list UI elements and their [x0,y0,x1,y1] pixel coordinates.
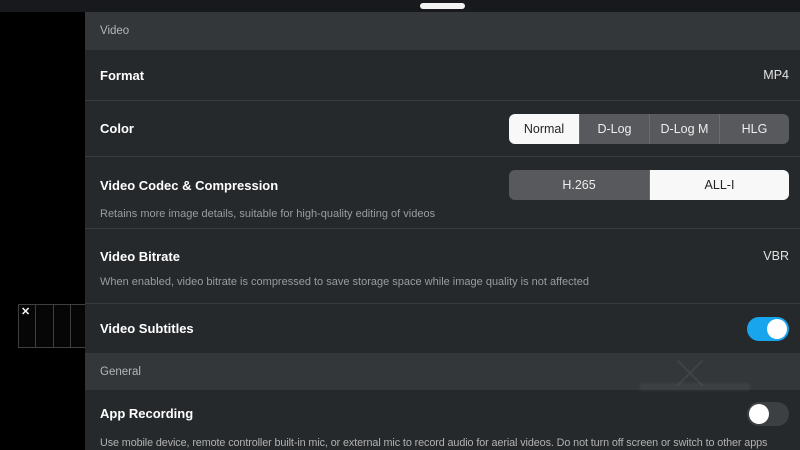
app-recording-description: Use mobile device, remote controller bui… [100,437,768,449]
codec-label: Video Codec & Compression [100,177,279,193]
grid-cell [36,305,54,347]
color-option-normal[interactable]: Normal [509,113,579,144]
color-row: Color Normal D-Log D-Log M HLG [85,101,800,157]
color-option-dlog-m[interactable]: D-Log M [649,113,719,144]
section-header-label: General [100,365,141,378]
codec-option-alli[interactable]: ALL-I [649,170,789,200]
codec-option-h265[interactable]: H.265 [509,170,649,200]
video-subtitles-label: Video Subtitles [100,321,194,336]
format-row[interactable]: Format MP4 [85,50,800,101]
codec-block: Video Codec & Compression H.265 ALL-I Re… [85,157,800,229]
app-recording-toggle[interactable] [747,401,789,426]
color-option-hlg[interactable]: HLG [719,113,789,144]
bitrate-block: Video Bitrate VBR When enabled, video bi… [85,229,800,304]
color-label: Color [100,121,134,136]
camera-feed-background: ✕ [0,12,88,450]
bitrate-value: VBR [763,249,789,263]
video-subtitles-toggle[interactable] [747,316,789,341]
format-value: MP4 [763,68,789,82]
top-strip [0,0,800,12]
format-label: Format [100,67,145,83]
bitrate-label: Video Bitrate [100,248,180,264]
codec-segmented-control: H.265 ALL-I [509,170,789,200]
color-segmented-control: Normal D-Log D-Log M HLG [509,113,789,144]
section-header-video: Video [85,12,800,50]
grid-cell: ✕ [19,305,37,347]
grid-cell [54,305,71,347]
codec-description: Retains more image details, suitable for… [100,208,436,220]
color-option-dlog[interactable]: D-Log [579,113,649,144]
drag-handle-icon[interactable] [420,3,465,9]
bitrate-row[interactable]: Video Bitrate VBR [85,229,800,275]
toggle-knob [749,403,769,424]
section-header-label: Video [100,25,130,37]
timeline-grid: ✕ [18,304,88,348]
codec-row: Video Codec & Compression H.265 ALL-I [85,157,800,207]
app-recording-label: App Recording [100,406,194,421]
app-recording-row: App Recording [85,390,800,437]
video-subtitles-row: Video Subtitles [85,304,800,353]
video-settings-panel: Video Format MP4 Color Normal D-Log D-Lo… [85,12,800,450]
close-icon[interactable]: ✕ [21,305,30,319]
bitrate-description: When enabled, video bitrate is compresse… [100,276,589,288]
toggle-knob [767,318,787,339]
section-header-general: General [85,353,800,390]
